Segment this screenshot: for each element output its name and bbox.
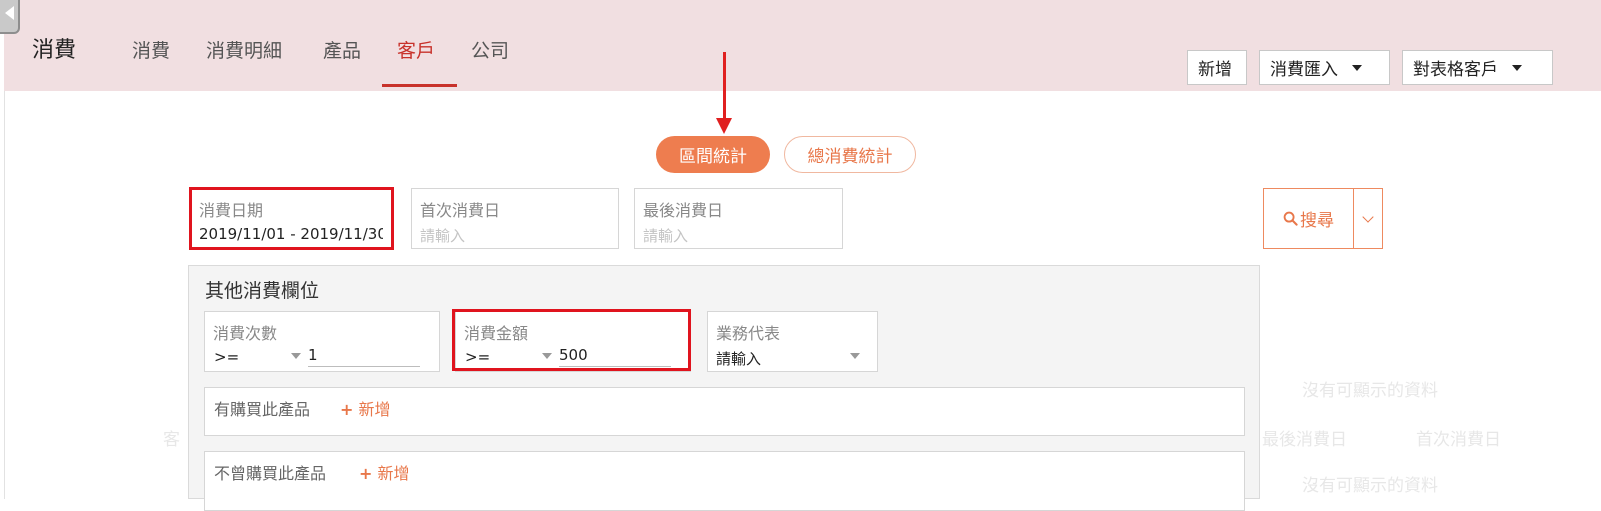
add-purchased-label: 新增 [358,400,391,419]
purchased-product-label: 有購買此產品 [214,400,311,419]
ghost-column-first-date: 首次消費日 [1416,430,1501,450]
caret-down-icon [291,353,301,359]
other-consumption-fields-panel: 其他消費欄位 消費次數 >= 1 消費金額 >= 500 業務代表 請輸入 有購… [188,265,1260,511]
panel-title: 其他消費欄位 [205,280,320,302]
last-consumption-date-field[interactable]: 最後消費日 請輸入 [634,188,843,249]
consumption-count-label: 消費次數 [213,324,278,343]
first-consumption-date-field[interactable]: 首次消費日 請輸入 [411,188,619,249]
last-date-label: 最後消費日 [643,201,724,220]
search-icon [1283,211,1298,226]
interval-stats-tab[interactable]: 區間統計 [656,136,770,173]
nav-tab-products[interactable]: 產品 [323,36,361,63]
search-button-label: 搜尋 [1300,211,1334,231]
search-options-dropdown[interactable] [1353,188,1383,249]
caret-down-icon [850,353,860,359]
consumption-import-button[interactable]: 消費匯入 [1259,50,1390,85]
match-customer-button[interactable]: 對表格客戶 [1402,50,1553,85]
count-operator-select[interactable]: >= [214,348,239,366]
top-navigation-bar: 消費 消費 消費明細 產品 客戶 公司 新增 消費匯入 對表格客戶 [4,0,1601,91]
annotation-arrow-head [716,118,732,134]
total-stats-tab[interactable]: 總消費統計 [784,136,916,173]
not-purchased-product-filter: 不曾購買此產品 + 新增 [204,451,1245,511]
caret-down-icon [1512,64,1522,71]
match-button-label: 對表格客戶 [1413,60,1498,80]
count-value-input[interactable]: 1 [308,346,420,367]
plus-icon: + [359,464,373,483]
app-title: 消費 [32,38,77,63]
plus-icon: + [340,400,354,419]
import-button-label: 消費匯入 [1270,60,1338,80]
collapse-left-icon [5,6,14,20]
nav-tab-customers[interactable]: 客戶 [397,36,435,63]
collapse-sidebar-handle[interactable] [0,0,20,34]
ghost-no-data-1: 沒有可顯示的資料 [1302,381,1438,401]
search-button[interactable]: 搜尋 [1263,188,1354,249]
not-purchased-product-label: 不曾購買此產品 [214,464,327,483]
last-date-placeholder[interactable]: 請輸入 [643,225,688,246]
annotation-highlight-date [189,187,394,250]
add-not-purchased-label: 新增 [377,464,410,483]
nav-tab-consumption-detail[interactable]: 消費明細 [206,36,282,63]
sales-rep-select[interactable]: 請輸入 [716,348,761,369]
purchased-product-filter: 有購買此產品 + 新增 [204,387,1245,436]
ghost-column-customer: 客 [163,430,180,450]
annotation-arrow-line [723,52,726,122]
active-tab-indicator [382,84,457,87]
add-purchased-product-link[interactable]: + 新增 [340,396,391,420]
sales-rep-field[interactable]: 業務代表 請輸入 [707,311,878,372]
ghost-no-data-2: 沒有可顯示的資料 [1302,476,1438,496]
ghost-column-last-date: 最後消費日 [1262,430,1347,450]
new-button-label: 新增 [1198,60,1232,80]
add-not-purchased-product-link[interactable]: + 新增 [359,460,410,484]
new-button[interactable]: 新增 [1187,50,1247,85]
annotation-highlight-amount [452,309,691,371]
sales-rep-label: 業務代表 [716,324,781,343]
chevron-down-icon [1362,210,1374,223]
caret-down-icon [1352,64,1362,71]
nav-tab-companies[interactable]: 公司 [471,36,509,63]
first-date-placeholder[interactable]: 請輸入 [420,225,465,246]
consumption-count-field: 消費次數 >= 1 [204,311,440,372]
nav-tab-consumption[interactable]: 消費 [132,36,170,63]
first-date-label: 首次消費日 [420,201,501,220]
